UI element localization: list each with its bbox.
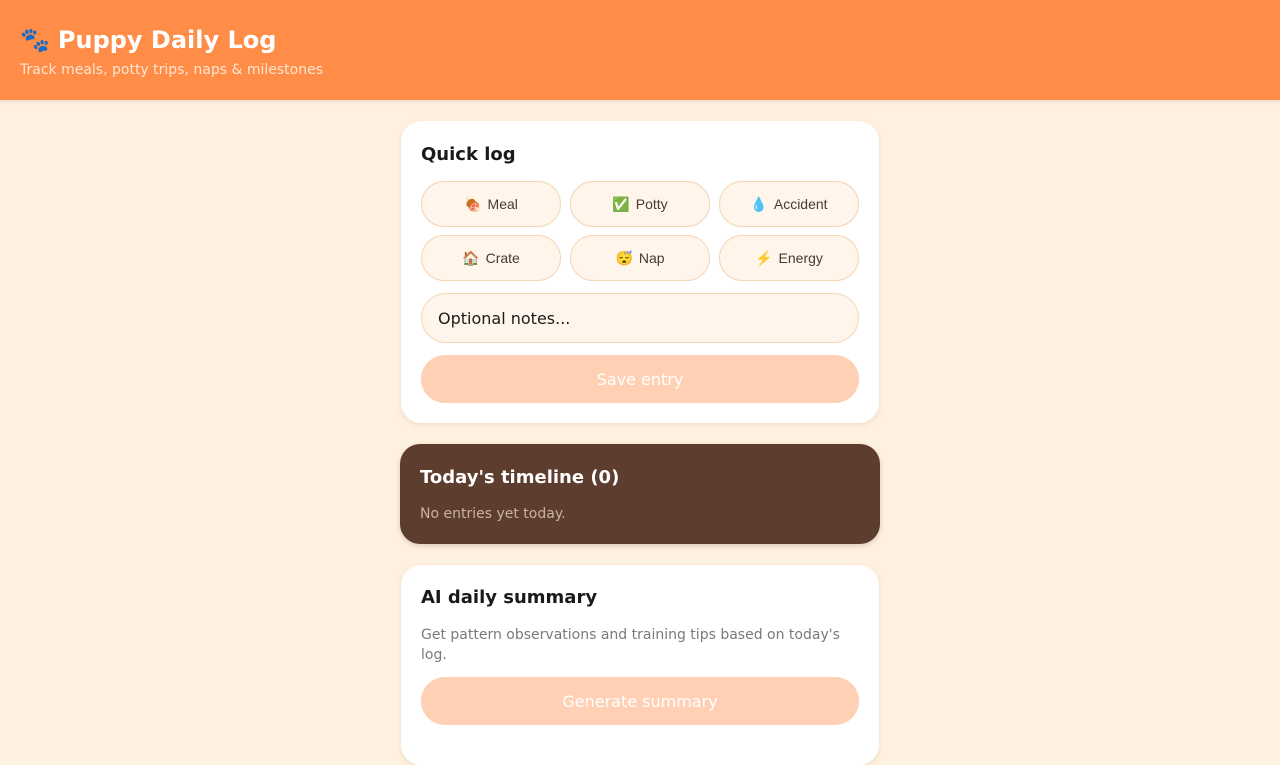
generate-summary-button[interactable]: Generate summary [421, 677, 859, 725]
accident-label: Accident [773, 196, 828, 212]
sleeping-face-icon: 😴 [615, 249, 633, 266]
accident-button[interactable]: 💧 Accident [719, 181, 859, 227]
app-header: 🐾 Puppy Daily Log Track meals, potty tri… [0, 0, 1280, 100]
timeline-empty-text: No entries yet today. [420, 506, 566, 522]
summary-description: Get pattern observations and training ti… [421, 627, 840, 663]
droplet-icon: 💧 [750, 195, 768, 212]
app-subtitle: Track meals, potty trips, naps & milesto… [20, 62, 323, 78]
timeline-card: Today's timeline (0) No entries yet toda… [400, 444, 880, 544]
app-title-text: Puppy Daily Log [57, 26, 277, 54]
lightning-icon: ⚡ [755, 249, 773, 266]
energy-button[interactable]: ⚡ Energy [719, 235, 859, 281]
meal-button[interactable]: 🍖 Meal [421, 181, 561, 227]
check-icon: ✅ [612, 195, 630, 212]
energy-label: Energy [778, 250, 823, 266]
meat-icon: 🍖 [464, 195, 482, 212]
crate-button[interactable]: 🏠 Crate [421, 235, 561, 281]
quick-log-card: Quick log 🍖 Meal ✅ Potty 💧 Accident 🏠 Cr… [401, 121, 879, 423]
quick-log-title: Quick log [421, 144, 516, 165]
timeline-title: Today's timeline (0) [420, 467, 620, 488]
summary-title: AI daily summary [421, 587, 598, 608]
house-icon: 🏠 [462, 249, 480, 266]
quick-log-buttons: 🍖 Meal ✅ Potty 💧 Accident 🏠 Crate 😴 Nap … [421, 181, 859, 281]
save-entry-button[interactable]: Save entry [421, 355, 859, 403]
paw-icon: 🐾 [20, 26, 50, 54]
notes-input[interactable] [421, 293, 859, 343]
nap-label: Nap [638, 250, 665, 266]
app-title: 🐾 Puppy Daily Log [20, 25, 276, 55]
crate-label: Crate [485, 250, 520, 266]
potty-label: Potty [635, 196, 668, 212]
potty-button[interactable]: ✅ Potty [570, 181, 710, 227]
nap-button[interactable]: 😴 Nap [570, 235, 710, 281]
summary-card: AI daily summary Get pattern observation… [401, 565, 879, 765]
meal-label: Meal [487, 196, 518, 212]
